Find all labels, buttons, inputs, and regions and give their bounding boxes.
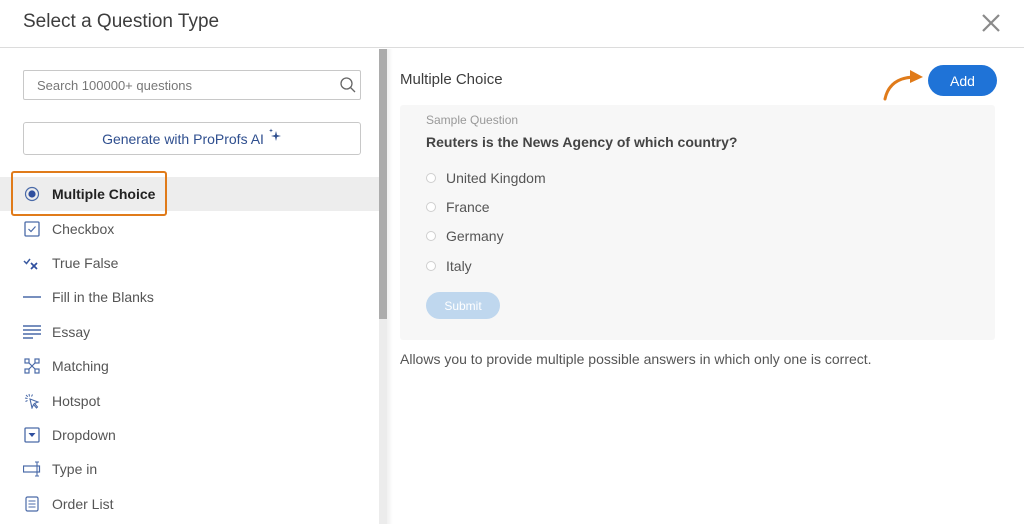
type-item-true-false[interactable]: True False xyxy=(0,246,379,280)
type-label: Order List xyxy=(52,495,114,512)
type-label: Multiple Choice xyxy=(52,186,156,203)
type-item-hotspot[interactable]: Hotspot xyxy=(0,383,379,417)
true-false-icon xyxy=(23,254,41,272)
sample-question-text: Reuters is the News Agency of which coun… xyxy=(426,134,738,150)
answer-option[interactable]: Germany xyxy=(426,222,546,251)
preview-panel: Multiple Choice Add Sample Question Reut… xyxy=(400,49,1010,524)
answer-option[interactable]: United Kingdom xyxy=(426,163,546,192)
panel-divider-shadow xyxy=(387,49,393,524)
type-item-checkbox[interactable]: Checkbox xyxy=(0,211,379,245)
answer-option[interactable]: France xyxy=(426,192,546,221)
type-item-matching[interactable]: Matching xyxy=(0,349,379,383)
type-item-order-list[interactable]: Order List xyxy=(0,487,379,521)
search-input[interactable] xyxy=(24,71,324,99)
radio-button[interactable] xyxy=(426,231,436,242)
type-label: True False xyxy=(52,254,119,271)
type-label: Checkbox xyxy=(52,220,115,237)
sample-label: Sample Question xyxy=(426,113,519,127)
generate-ai-button[interactable]: Generate with ProProfs AI xyxy=(23,122,361,155)
question-type-sidebar: Generate with ProProfs AI Multiple Choic… xyxy=(0,49,379,524)
type-label: Fill in the Blanks xyxy=(52,289,154,306)
option-label: United Kingdom xyxy=(446,169,546,186)
type-item-essay[interactable]: Essay xyxy=(0,315,379,349)
type-label: Hotspot xyxy=(52,392,101,409)
radio-icon xyxy=(23,185,41,203)
question-type-description: Allows you to provide multiple possible … xyxy=(400,351,872,367)
type-label: Type in xyxy=(52,461,98,478)
close-icon xyxy=(982,14,1000,32)
radio-button[interactable] xyxy=(426,260,436,271)
matching-icon xyxy=(23,357,41,375)
type-item-multiple-choice[interactable]: Multiple Choice xyxy=(0,171,379,216)
text-input-icon xyxy=(23,460,41,478)
answer-options: United Kingdom France Germany Italy xyxy=(426,163,546,280)
submit-button[interactable]: Submit xyxy=(426,292,500,319)
option-label: France xyxy=(446,198,490,215)
close-button[interactable] xyxy=(976,8,1006,38)
question-type-list: Multiple Choice Checkbox True False Fill… xyxy=(0,171,379,521)
lines-icon xyxy=(23,323,41,341)
generate-ai-label: Generate with ProProfs AI xyxy=(102,130,264,147)
dialog-title: Select a Question Type xyxy=(23,11,220,32)
dialog-header: Select a Question Type xyxy=(0,0,1024,48)
checkbox-icon xyxy=(23,220,41,238)
option-label: Germany xyxy=(446,228,504,245)
scrollbar-thumb[interactable] xyxy=(379,49,387,319)
search-icon[interactable] xyxy=(339,76,357,94)
sample-question-card: Sample Question Reuters is the News Agen… xyxy=(400,105,995,340)
search-box xyxy=(23,70,361,100)
type-label: Dropdown xyxy=(52,426,116,443)
radio-button[interactable] xyxy=(426,172,436,183)
type-item-type-in[interactable]: Type in xyxy=(0,452,379,486)
option-label: Italy xyxy=(446,257,472,274)
answer-option[interactable]: Italy xyxy=(426,251,546,280)
radio-button[interactable] xyxy=(426,201,436,212)
list-icon xyxy=(23,495,41,513)
type-item-fill-blanks[interactable]: Fill in the Blanks xyxy=(0,280,379,314)
dash-icon xyxy=(23,288,41,306)
cursor-click-icon xyxy=(23,392,41,410)
type-label: Matching xyxy=(52,358,109,375)
dropdown-icon xyxy=(23,426,41,444)
add-button[interactable]: Add xyxy=(928,65,997,96)
preview-title: Multiple Choice xyxy=(400,71,503,88)
type-label: Essay xyxy=(52,323,91,340)
arrow-icon xyxy=(883,70,923,101)
type-item-dropdown[interactable]: Dropdown xyxy=(0,418,379,452)
sparkle-icon xyxy=(268,128,281,141)
